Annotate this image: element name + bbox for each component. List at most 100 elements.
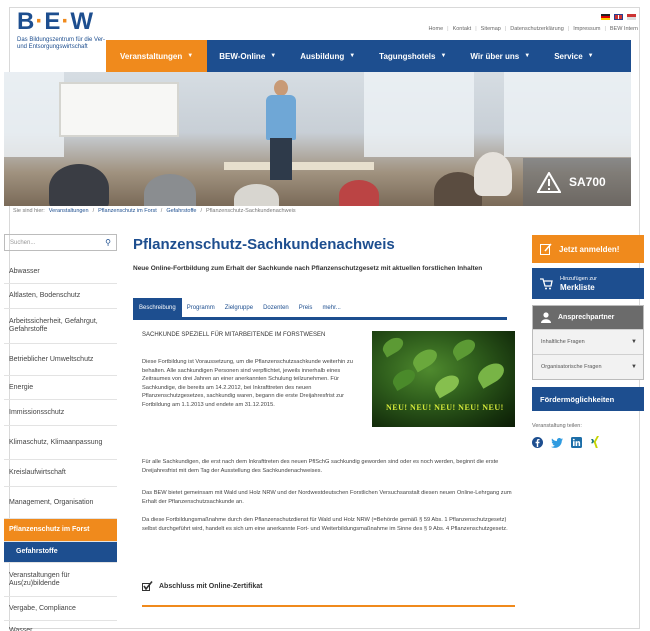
sidebar-item-gefahrstoffe[interactable]: Gefahrstoffe	[4, 542, 117, 563]
content-tabs: Beschreibung Programm Zielgruppe Dozente…	[133, 298, 507, 320]
chevron-down-icon: ▼	[524, 53, 531, 59]
sidebar-item-management[interactable]: Management, Organisation	[4, 487, 117, 519]
sidebar-item-kreislaufwirtschaft[interactable]: Kreislaufwirtschaft	[4, 460, 117, 487]
caret-down-icon: ▼	[631, 364, 637, 370]
sidebar-item-immissionsschutz[interactable]: Immissionsschutz	[4, 400, 117, 426]
nav-service[interactable]: Service ▼	[542, 40, 605, 72]
tab-preis[interactable]: Preis	[294, 305, 318, 317]
search-icon[interactable]: ⚲	[105, 238, 111, 247]
audience-person	[474, 152, 512, 196]
contact-row-organisatorisch[interactable]: Organisatorische Fragen ▼	[533, 354, 643, 379]
certificate-note: Abschluss mit Online-Zertifikat	[142, 581, 262, 591]
top-links: Home | Kontakt | Sitemap | Datenschutzerklä…	[428, 26, 638, 32]
linkedin-icon[interactable]	[571, 435, 582, 453]
speaker-body	[266, 95, 296, 140]
sidebar: Suchen... ⚲ Abwasser Altlasten, Bodensch…	[4, 234, 117, 631]
language-flags[interactable]	[601, 14, 636, 20]
top-link-impressum[interactable]: Impressum	[573, 26, 600, 32]
description-paragraph-4: Da diese Fortbildungsmaßnahme durch den …	[142, 517, 508, 532]
page-title: Pflanzenschutz-Sachkundenachweis	[133, 236, 395, 253]
section-heading: SACHKUNDE SPEZIELL FÜR MITARBEITENDE IM …	[142, 332, 326, 338]
sidebar-item-energie[interactable]: Energie	[4, 376, 117, 400]
sidebar-item-umweltschutz[interactable]: Betrieblicher Umweltschutz	[4, 344, 117, 376]
leaf-shape	[431, 371, 463, 399]
chevron-down-icon: ▼	[587, 53, 594, 59]
watchlist-label: Merkliste	[560, 282, 595, 292]
description-paragraph-2: Für alle Sachkundigen, die erst nach dem…	[142, 459, 499, 474]
window-center	[364, 72, 474, 157]
cart-icon	[540, 277, 553, 289]
sidebar-item-arbeitssicherheit[interactable]: Arbeitssicherheit, Gefahrgut, Gefahrstof…	[4, 309, 117, 344]
breadcrumb-current: Pflanzenschutz-Sachkundenachweis	[206, 208, 296, 214]
share-label: Veranstaltung teilen:	[532, 423, 582, 429]
bew-logo[interactable]: B·E·W Das Bildungszentrum für die Ver- u…	[17, 8, 112, 51]
chevron-down-icon: ▼	[270, 53, 277, 59]
flag-en-icon[interactable]	[614, 14, 623, 20]
audience-person	[234, 184, 279, 206]
nav-wir-ueber-uns[interactable]: Wir über uns ▼	[458, 40, 542, 72]
logo-mark: B·E·W	[17, 8, 95, 35]
audience-person	[339, 180, 379, 206]
sidebar-item-klimaschutz[interactable]: Klimaschutz, Klimaanpassung	[4, 426, 117, 460]
tab-zielgruppe[interactable]: Zielgruppe	[220, 305, 258, 317]
chevron-down-icon: ▼	[440, 53, 447, 59]
seminar-table	[224, 162, 374, 170]
sidebar-item-vergabe[interactable]: Vergabe, Compliance	[4, 597, 117, 621]
sidebar-item-abwasser[interactable]: Abwasser	[4, 260, 117, 284]
sidebar-item-wasser[interactable]: Wasser	[4, 621, 117, 631]
facebook-icon[interactable]	[532, 435, 543, 453]
tab-beschreibung[interactable]: Beschreibung	[133, 298, 182, 317]
plant-photo: NEU! NEU! NEU! NEU! NEU!	[372, 331, 515, 427]
speaker-head	[274, 80, 288, 96]
contact-box: Ansprechpartner Inhaltliche Fragen ▼ Orga…	[532, 305, 644, 380]
caret-down-icon: ▼	[631, 339, 637, 345]
sidebar-item-auszubildende[interactable]: Veranstaltungen für Aus(zu)bildende	[4, 563, 117, 597]
logo-tagline: Das Bildungszentrum für die Ver- und Ent…	[17, 37, 106, 50]
breadcrumb-item[interactable]: Veranstaltungen	[49, 208, 89, 214]
warning-icon	[537, 171, 561, 193]
contact-row-inhaltlich[interactable]: Inhaltliche Fragen ▼	[533, 329, 643, 354]
description-paragraph-3: Das BEW bietet gemeinsam mit Wald und Ho…	[142, 490, 512, 505]
top-link-kontakt[interactable]: Kontakt	[453, 26, 472, 32]
nav-tagungshotels[interactable]: Tagungshotels ▼	[367, 40, 458, 72]
top-link-intern[interactable]: BEW Intern	[610, 26, 638, 32]
lead-text: Neue Online-Fortbildung zum Erhalt der S…	[133, 265, 483, 272]
leaf-shape	[474, 359, 508, 389]
register-button[interactable]: Jetzt anmelden!	[532, 235, 644, 263]
audience-person	[49, 164, 109, 206]
flag-other-icon[interactable]	[627, 14, 636, 20]
main-content: Pflanzenschutz-Sachkundenachweis Neue On…	[133, 236, 508, 274]
funding-button[interactable]: Fördermöglichkeiten	[532, 387, 644, 411]
nav-ausbildung[interactable]: Ausbildung ▼	[288, 40, 367, 72]
tab-programm[interactable]: Programm	[182, 305, 220, 317]
top-link-datenschutz[interactable]: Datenschutzerklärung	[510, 26, 564, 32]
course-code: SA700	[569, 175, 606, 189]
divider	[142, 605, 515, 607]
breadcrumb-item[interactable]: Pflanzenschutz im Forst	[98, 208, 157, 214]
top-link-sitemap[interactable]: Sitemap	[481, 26, 501, 32]
tab-dozenten[interactable]: Dozenten	[258, 305, 294, 317]
xing-icon[interactable]	[590, 435, 600, 453]
window-left	[4, 72, 64, 157]
sidebar-item-altlasten[interactable]: Altlasten, Bodenschutz	[4, 284, 117, 309]
flag-de-icon[interactable]	[601, 14, 610, 20]
person-icon	[541, 312, 551, 323]
search-input[interactable]: Suchen... ⚲	[4, 234, 117, 251]
chevron-down-icon: ▼	[187, 53, 194, 59]
leaf-shape	[409, 345, 441, 373]
breadcrumb-prefix: Sie sind hier:	[13, 208, 45, 214]
top-link-home[interactable]: Home	[428, 26, 443, 32]
nav-bew-online[interactable]: BEW-Online ▼	[207, 40, 288, 72]
photo-caption: NEU! NEU! NEU! NEU! NEU!	[386, 403, 504, 412]
sidebar-item-pflanzenschutz[interactable]: Pflanzenschutz im Forst	[4, 519, 117, 542]
certificate-label: Abschluss mit Online-Zertifikat	[159, 582, 263, 590]
right-column: Jetzt anmelden! Hinzufügen zur Merkliste…	[532, 235, 644, 453]
contact-header: Ansprechpartner	[533, 306, 643, 329]
nav-veranstaltungen[interactable]: Veranstaltungen ▼	[106, 40, 208, 72]
tab-mehr[interactable]: mehr...	[317, 305, 345, 317]
main-nav: Veranstaltungen ▼ BEW-Online ▼ Ausbildung ▼…	[106, 40, 631, 72]
breadcrumb-item[interactable]: Gefahrstoffe	[166, 208, 196, 214]
twitter-icon[interactable]	[551, 435, 563, 453]
edit-icon	[540, 243, 552, 255]
add-to-watchlist-button[interactable]: Hinzufügen zur Merkliste	[532, 268, 644, 299]
